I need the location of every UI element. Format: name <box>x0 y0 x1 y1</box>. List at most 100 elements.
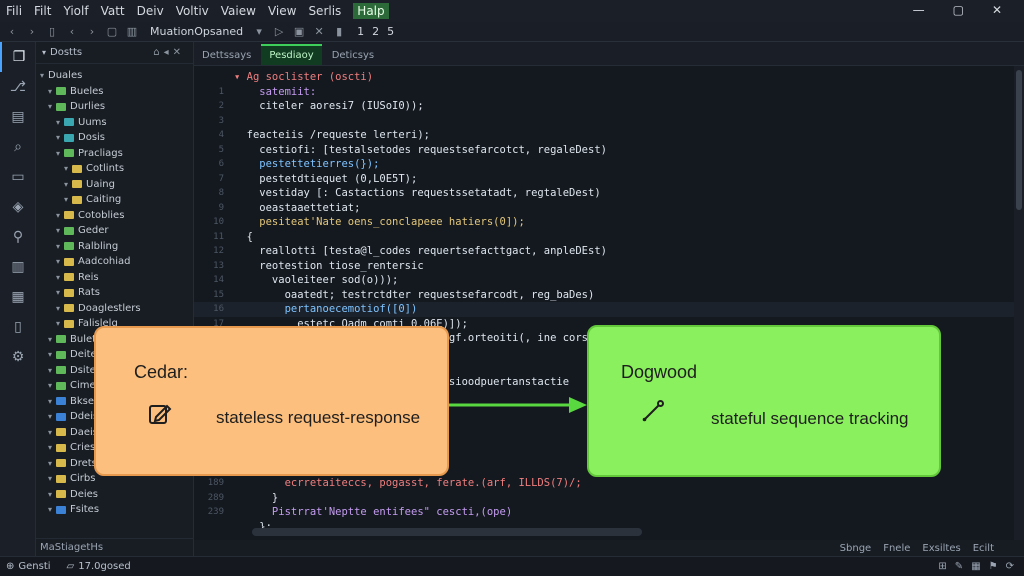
explorer-footer[interactable]: MaStiagetHs <box>36 538 194 556</box>
package-icon[interactable]: ▥ <box>0 252 36 282</box>
chevron-icon[interactable]: ▾ <box>48 505 56 514</box>
tree-item[interactable]: ▾ Doaglestlers <box>36 301 193 317</box>
chevron-icon[interactable]: ▾ <box>64 195 72 204</box>
tree-item[interactable]: ▾ Dosis <box>36 130 193 146</box>
chevron-icon[interactable]: ▾ <box>48 412 56 421</box>
tree-item[interactable]: ▾ Fsites <box>36 502 193 518</box>
chevron-icon[interactable]: ▾ <box>64 164 72 173</box>
chevron-icon[interactable]: ▾ <box>56 226 64 235</box>
project-name[interactable]: MuationOpsaned <box>150 25 243 38</box>
tree-item[interactable]: ▾ Duales <box>36 68 193 84</box>
menu-item[interactable]: Filt <box>34 4 51 18</box>
tree-item[interactable]: ▾ Aadcohiad <box>36 254 193 270</box>
tab-pesdiaoy[interactable]: Pesdiaoy <box>261 44 322 65</box>
sync-icon[interactable]: ⟳ <box>1006 561 1014 572</box>
search-icon[interactable]: ⌕ <box>0 132 36 162</box>
toolbar-number[interactable]: 2 <box>372 25 379 38</box>
book-icon[interactable]: ▯ <box>0 312 36 342</box>
settings-icon[interactable]: ⚙ <box>0 342 36 372</box>
chevron-icon[interactable]: ▾ <box>48 397 56 406</box>
flag-icon[interactable]: ⚑ <box>989 561 998 572</box>
horizontal-scrollbar[interactable] <box>252 528 642 536</box>
chevron-icon[interactable]: ▾ <box>48 102 56 111</box>
sidebar-left-icon[interactable]: ▯ <box>44 25 60 38</box>
status-item[interactable]: Sbnge <box>840 543 872 554</box>
files-icon[interactable]: ▤ <box>0 102 36 132</box>
tree-item[interactable]: ▾ Pracliags <box>36 146 193 162</box>
tab-deticsys[interactable]: Deticsys <box>324 46 382 65</box>
tree-item[interactable]: ▾ Durlies <box>36 99 193 115</box>
tree-item[interactable]: ▾ Uums <box>36 115 193 131</box>
git-icon[interactable]: ⎇ <box>0 72 36 102</box>
status-item[interactable]: Fnele <box>883 543 910 554</box>
branch-icon[interactable]: ⊕ <box>6 561 14 572</box>
grid-icon[interactable]: ▦ <box>0 282 36 312</box>
menu-item[interactable]: Vatt <box>101 4 125 18</box>
chevron-icon[interactable]: ▾ <box>48 335 56 344</box>
menu-item[interactable]: View <box>268 4 296 18</box>
chevron-icon[interactable]: ▾ <box>48 490 56 499</box>
close-icon[interactable]: ✕ <box>311 25 327 38</box>
layout-icon[interactable]: ▥ <box>124 25 140 38</box>
chevron-icon[interactable]: ▾ <box>56 319 64 328</box>
extensions-icon[interactable]: ◈ <box>0 192 36 222</box>
chevron-icon[interactable]: ▾ <box>48 474 56 483</box>
chevron-icon[interactable]: ▾ <box>48 459 56 468</box>
chevron-icon[interactable]: ▾ <box>56 149 64 158</box>
file-icon[interactable]: ▱ <box>67 561 75 572</box>
chevron-icon[interactable]: ▾ <box>48 428 56 437</box>
nav-up-icon[interactable]: ‹ <box>64 25 80 38</box>
chevron-icon[interactable]: ▾ <box>56 242 64 251</box>
tab-dettssays[interactable]: Dettssays <box>194 46 259 65</box>
tree-item[interactable]: ▾ Rats <box>36 285 193 301</box>
tree-item[interactable]: ▾ Reis <box>36 270 193 286</box>
menu-item[interactable]: Voltiv <box>176 4 209 18</box>
chevron-icon[interactable]: ▾ <box>48 381 56 390</box>
cursor-position[interactable]: 17.0gosed <box>78 561 130 572</box>
layout-icon[interactable]: ⊞ <box>938 561 946 572</box>
menu-item-help[interactable]: Halp <box>353 3 389 19</box>
dropdown-icon[interactable]: ▾ <box>251 25 267 38</box>
nav-down-icon[interactable]: › <box>84 25 100 38</box>
stop-icon[interactable]: ▢ <box>104 25 120 38</box>
menu-item[interactable]: Fili <box>6 4 22 18</box>
tree-item[interactable]: ▾ Deies <box>36 487 193 503</box>
tree-item[interactable]: ▾ Uaing <box>36 177 193 193</box>
panel-icon[interactable]: ▦ <box>971 561 980 572</box>
forward-icon[interactable]: › <box>24 25 40 38</box>
menu-item[interactable]: Deiv <box>137 4 164 18</box>
tree-item[interactable]: ▾ Bueles <box>36 84 193 100</box>
chevron-icon[interactable]: ▾ <box>40 71 48 80</box>
chevron-icon[interactable]: ▾ <box>48 443 56 452</box>
minimize-button[interactable]: — <box>913 3 925 17</box>
tree-item[interactable]: ▾ Cotoblies <box>36 208 193 224</box>
chevron-icon[interactable]: ▾ <box>48 366 56 375</box>
step-icon[interactable]: ▮ <box>331 25 347 38</box>
tree-item[interactable]: ▾ Geder <box>36 223 193 239</box>
chevron-icon[interactable]: ▾ <box>56 118 64 127</box>
chevron-icon[interactable]: ▾ <box>56 257 64 266</box>
menu-item[interactable]: Serlis <box>308 4 341 18</box>
menu-item[interactable]: Vaiew <box>221 4 256 18</box>
run-icon[interactable]: ▷ <box>271 25 287 38</box>
chevron-icon[interactable]: ▾ <box>56 211 64 220</box>
debug-icon[interactable]: ⚲ <box>0 222 36 252</box>
status-item[interactable]: Ecilt <box>973 543 994 554</box>
vertical-scrollbar[interactable] <box>1014 66 1024 540</box>
tree-item[interactable]: ▾ Cotlints <box>36 161 193 177</box>
toolbar-number[interactable]: 5 <box>387 25 394 38</box>
branch-label[interactable]: Gensti <box>18 561 50 572</box>
close-button[interactable]: ✕ <box>992 3 1002 17</box>
tree-item[interactable]: ▾ Ralbling <box>36 239 193 255</box>
explorer-icon[interactable]: ❐ <box>0 42 36 72</box>
toolbar-number[interactable]: 1 <box>357 25 364 38</box>
tree-item[interactable]: ▾ Caiting <box>36 192 193 208</box>
chevron-down-icon[interactable]: ▾ <box>42 48 46 57</box>
chevron-icon[interactable]: ▾ <box>56 288 64 297</box>
explorer-tools[interactable]: ⌂◂✕ <box>153 47 185 58</box>
menu-item[interactable]: Yiolf <box>63 4 88 18</box>
chevron-icon[interactable]: ▾ <box>56 273 64 282</box>
chevron-icon[interactable]: ▾ <box>56 304 64 313</box>
chevron-icon[interactable]: ▾ <box>48 350 56 359</box>
status-item[interactable]: Exsiltes <box>922 543 960 554</box>
